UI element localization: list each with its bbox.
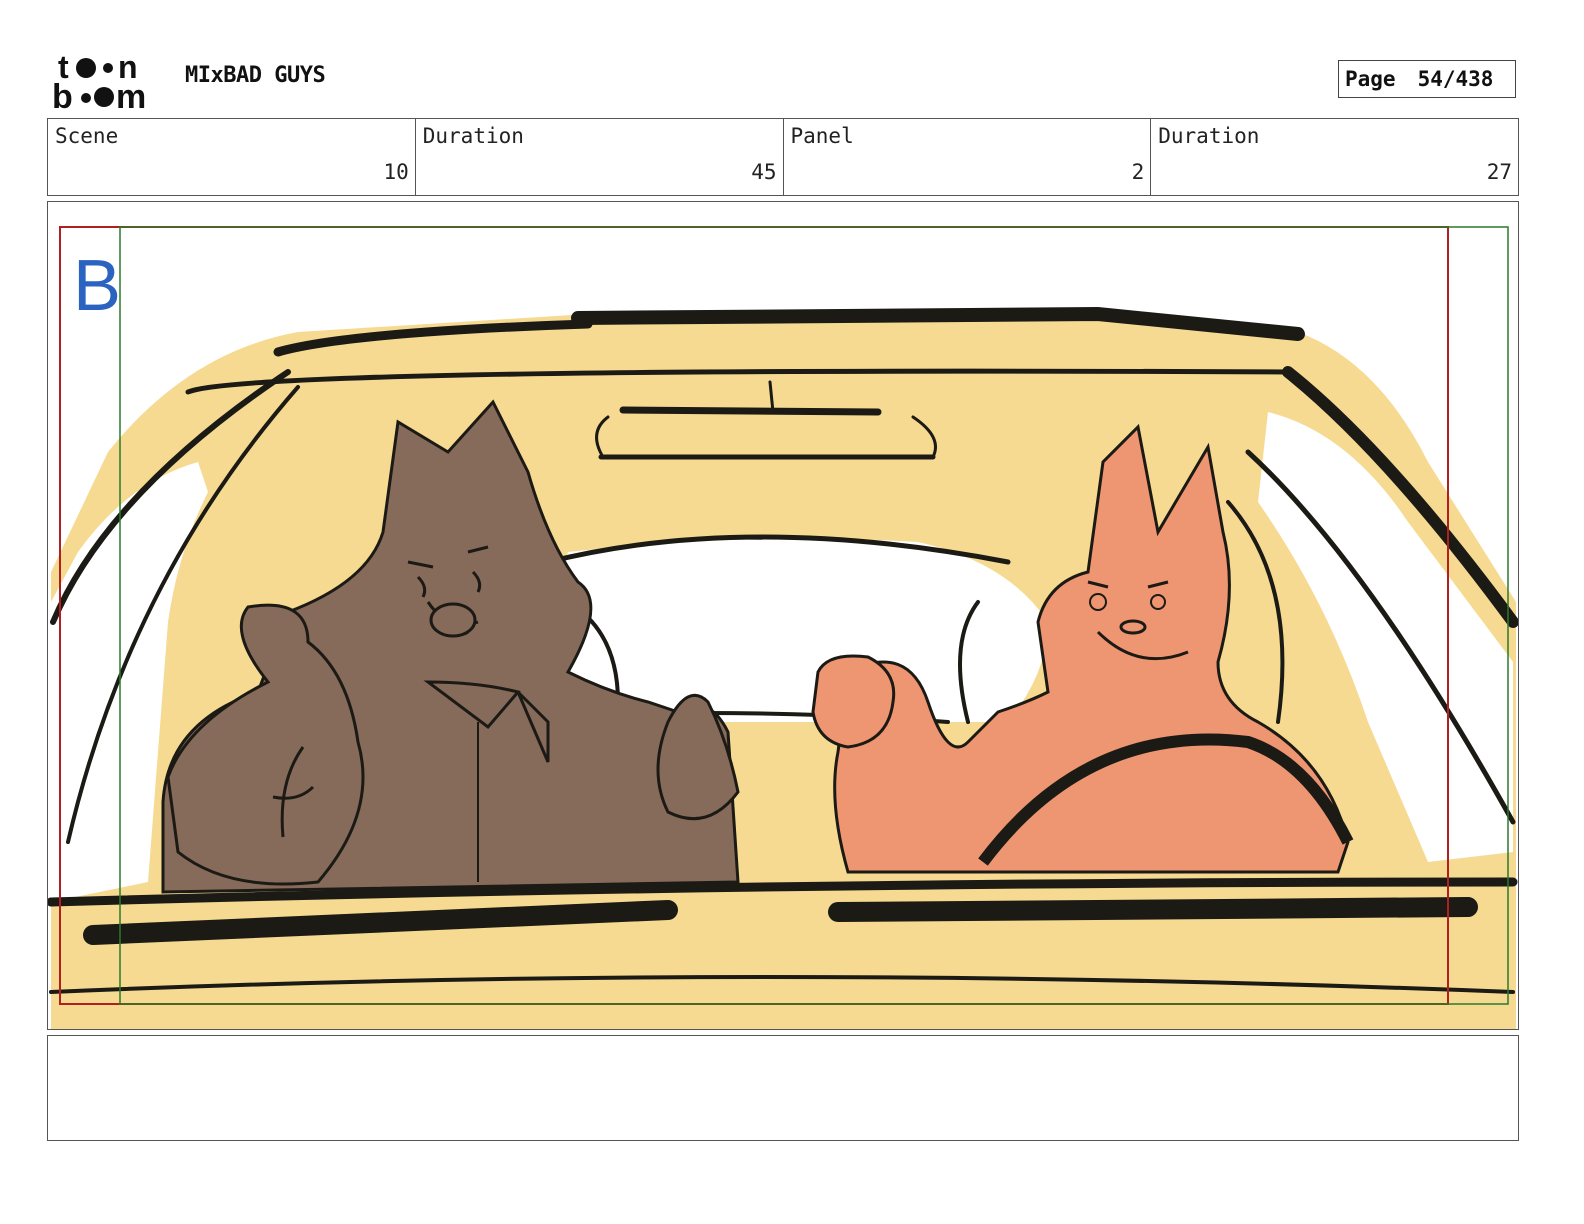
toon-boom-logo: t n b m [52,49,164,116]
panel-duration-value: 27 [1486,160,1512,184]
page-label: Page [1345,67,1396,91]
scene-duration-cell: Duration 45 [416,119,784,195]
scene-value: 10 [383,160,409,184]
page-indicator: Page 54/438 [1338,60,1516,98]
page-number: 54/438 [1417,67,1494,91]
panel-label: Panel [790,124,854,148]
scene-label: Scene [55,124,119,148]
panel-marker-letter: B [73,246,121,326]
svg-text:b: b [52,78,73,112]
panel-duration-label: Duration [1158,124,1260,148]
panel-notes-box [47,1035,1519,1141]
panel-sketch: B [48,226,1518,1029]
project-title: MIxBAD GUYS [185,63,326,88]
panel-cell: Panel 2 [784,119,1152,195]
scene-duration-value: 45 [751,160,777,184]
storyboard-panel: B [47,201,1519,1030]
scene-duration-label: Duration [422,124,524,148]
panel-duration-cell: Duration 27 [1151,119,1518,195]
panel-value: 2 [1131,160,1145,184]
scene-info-row: Scene 10 Duration 45 Panel 2 Duration 27 [47,118,1519,196]
svg-text:m: m [116,78,146,112]
scene-cell: Scene 10 [48,119,416,195]
